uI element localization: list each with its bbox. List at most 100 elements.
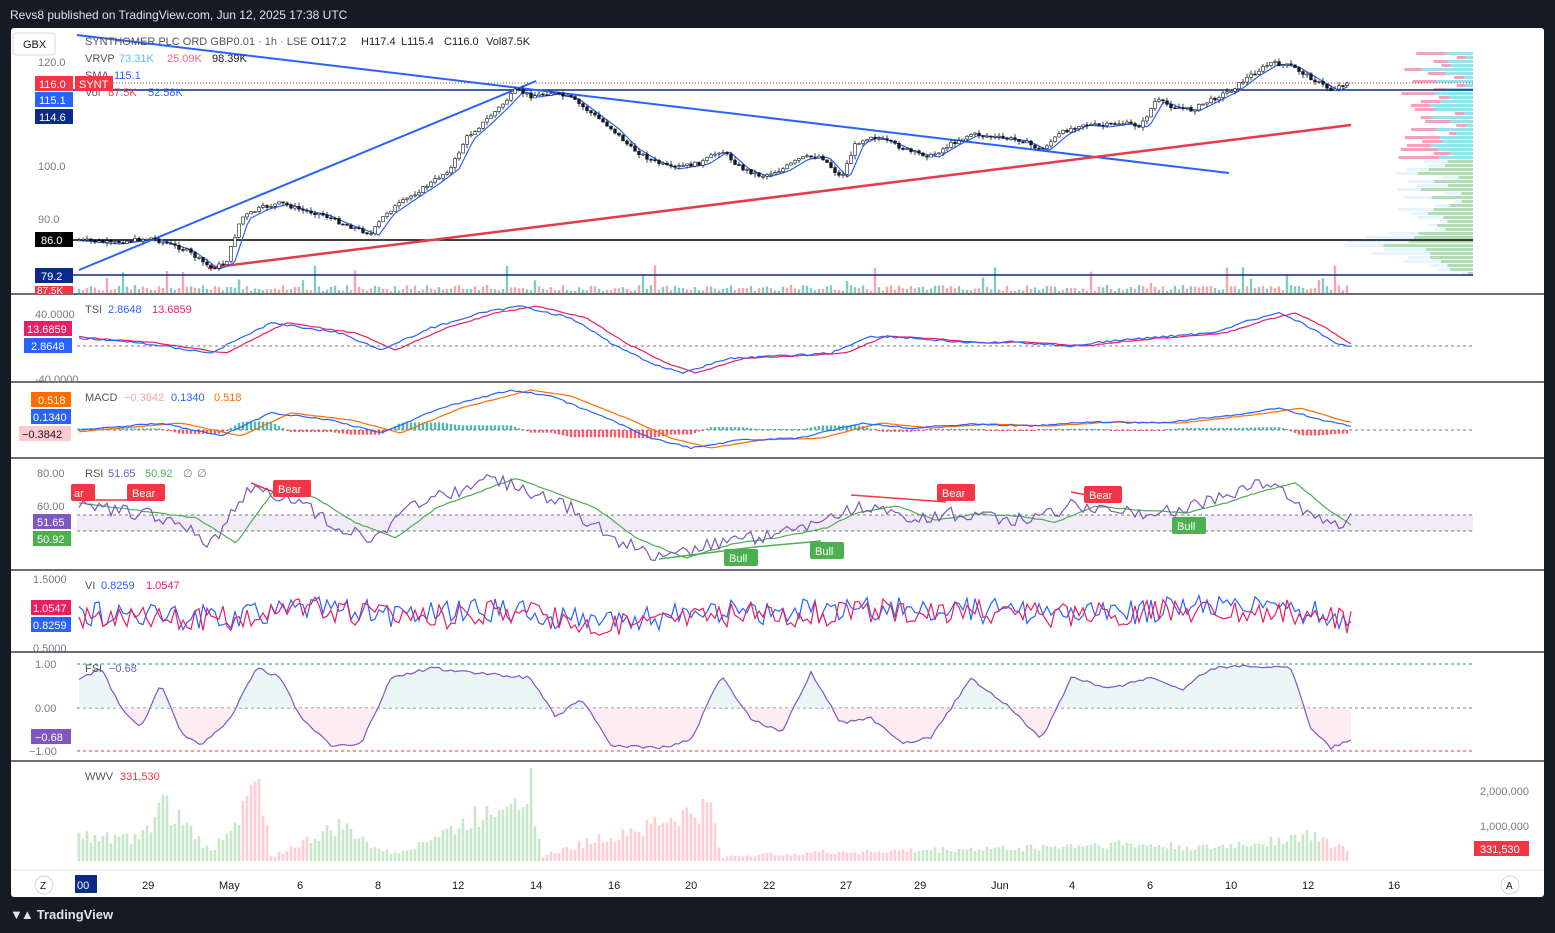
wwv-bar [797, 855, 801, 861]
wwv-bar [1253, 843, 1257, 861]
volume-bar [153, 290, 157, 293]
macd-histogram-bar [1253, 427, 1257, 430]
wwv-bar [321, 831, 325, 861]
candle-body [849, 155, 853, 164]
publisher-bar: Revs8 published on TradingView.com, Jun … [0, 0, 1555, 28]
wwv-bar [569, 849, 573, 861]
candle-body [745, 169, 749, 171]
wwv-bar [1053, 846, 1057, 861]
volume-bar [1125, 288, 1129, 293]
wwv-bar [1325, 839, 1329, 861]
volume-bar [777, 290, 781, 293]
macd-histogram-bar [165, 430, 169, 431]
profile-bar-up [1429, 252, 1473, 255]
profile-bar-down [1430, 264, 1448, 267]
volume-bar [525, 289, 529, 293]
macd-histogram-bar [589, 430, 593, 438]
volume-bar [741, 288, 745, 293]
macd-histogram-bar [773, 429, 777, 430]
time-axis[interactable]: Z 00 A 29 May 6 8 12 14 16 20 22 27 29 Jun 4 6 10 12 16 [34, 875, 1520, 895]
volume-bar [381, 288, 385, 293]
macd-histogram-bar [1293, 430, 1297, 433]
candle-body [281, 201, 285, 204]
tradingview-logo: ▼▲ TradingView [10, 907, 113, 922]
macd-histogram-bar [309, 430, 313, 433]
wwv-bar [153, 816, 157, 861]
candle-body [405, 197, 409, 200]
rsi-badge-2: 50.92 [37, 534, 65, 546]
macd-histogram-bar [265, 421, 269, 430]
candle-body [85, 238, 89, 241]
price-pane[interactable]: 120.0 100.0 90.0 SYNTHOMER PLC ORD GBP0.… [12, 32, 1473, 297]
macd-histogram-bar [1029, 430, 1033, 431]
bear-label-2: Bear [278, 484, 302, 496]
candle-body [917, 150, 921, 154]
volume-bar [645, 288, 649, 293]
volume-bar [709, 286, 713, 293]
tsi-pane[interactable]: TSI 2.8648 13.6859 40.0000 -40.0000 13.6… [24, 304, 1473, 386]
fsi-pane[interactable]: FSI −0.68 1.00 0.00 −1.00 −0.68 [29, 659, 1473, 758]
volume-bar [1285, 275, 1289, 293]
candle-body [1105, 122, 1109, 127]
candle-body [709, 154, 713, 158]
candle-body [321, 213, 325, 216]
candle-body [909, 148, 913, 152]
candle-body [805, 155, 809, 158]
volume-bar [1177, 289, 1181, 293]
macd-histogram-bar [569, 430, 573, 438]
wwv-bar [473, 806, 477, 861]
vi-value-1: 0.8259 [101, 580, 135, 592]
chart-canvas[interactable]: 120.0 100.0 90.0 SYNTHOMER PLC ORD GBP0.… [11, 28, 1544, 897]
volume-bar [581, 289, 585, 293]
volume-bar [909, 286, 913, 293]
candle-body [657, 159, 661, 164]
profile-bar-down [1449, 132, 1457, 135]
ascending-trendline-blue[interactable] [78, 80, 537, 271]
wwv-bar [637, 832, 641, 861]
candle-body [889, 139, 893, 142]
volume-bar [597, 288, 601, 293]
wwv-bar [581, 847, 585, 861]
descending-trendline[interactable] [76, 34, 1230, 174]
volume-bar [1081, 288, 1085, 293]
candle-body [793, 159, 797, 164]
profile-bar-up [1421, 68, 1473, 71]
candle-body [1009, 137, 1013, 140]
volume-bar [1225, 267, 1229, 293]
candle-body [969, 133, 973, 137]
badge-79: 79.2 [41, 271, 62, 283]
vi-pane[interactable]: VI 0.8259 1.0547 1.5000 0.5000 1.0547 0.… [31, 574, 1352, 655]
wwv-bar [1301, 834, 1305, 861]
candle-body [593, 112, 597, 116]
wwv-bar [437, 836, 441, 861]
volume-bar [433, 289, 437, 293]
wwv-pane[interactable]: WWV 331,530 2,000,000 1,000,000 331,530 [77, 768, 1529, 861]
macd-pane[interactable]: MACD −0.3842 0.1340 0.518 0.518 0.1340 −… [19, 389, 1473, 450]
profile-bar-down [1420, 100, 1441, 103]
wwv-bar [493, 816, 497, 861]
chart-frame[interactable]: 120.0 100.0 90.0 SYNTHOMER PLC ORD GBP0.… [11, 28, 1544, 897]
macd-histogram-bar [921, 430, 925, 431]
macd-histogram-bar [549, 430, 553, 433]
volume-bar [125, 286, 129, 293]
volume-bar [1141, 285, 1145, 293]
wwv-bar [733, 855, 737, 861]
profile-bar-down [1417, 216, 1444, 219]
volume-bar [117, 285, 121, 293]
profile-bar-down [1453, 200, 1462, 203]
macd-histogram-bar [121, 428, 125, 430]
candle-body [749, 169, 753, 175]
rsi-pane[interactable]: ar Bear Bear Bear Bear Bull Bull Bull RS… [33, 468, 1473, 566]
profile-bar-down [1422, 140, 1443, 143]
volume-bar [1293, 286, 1297, 293]
candle-body [733, 159, 737, 165]
volume-bar [969, 290, 973, 293]
macd-histogram-bar [1013, 430, 1017, 431]
wwv-bar [145, 825, 149, 861]
time-axis-label: 14 [530, 880, 542, 892]
volume-bar [1085, 290, 1089, 293]
candle-body [1337, 85, 1341, 90]
volume-bar [1077, 290, 1081, 293]
candle-body [1193, 109, 1197, 112]
wwv-bar [125, 833, 129, 861]
